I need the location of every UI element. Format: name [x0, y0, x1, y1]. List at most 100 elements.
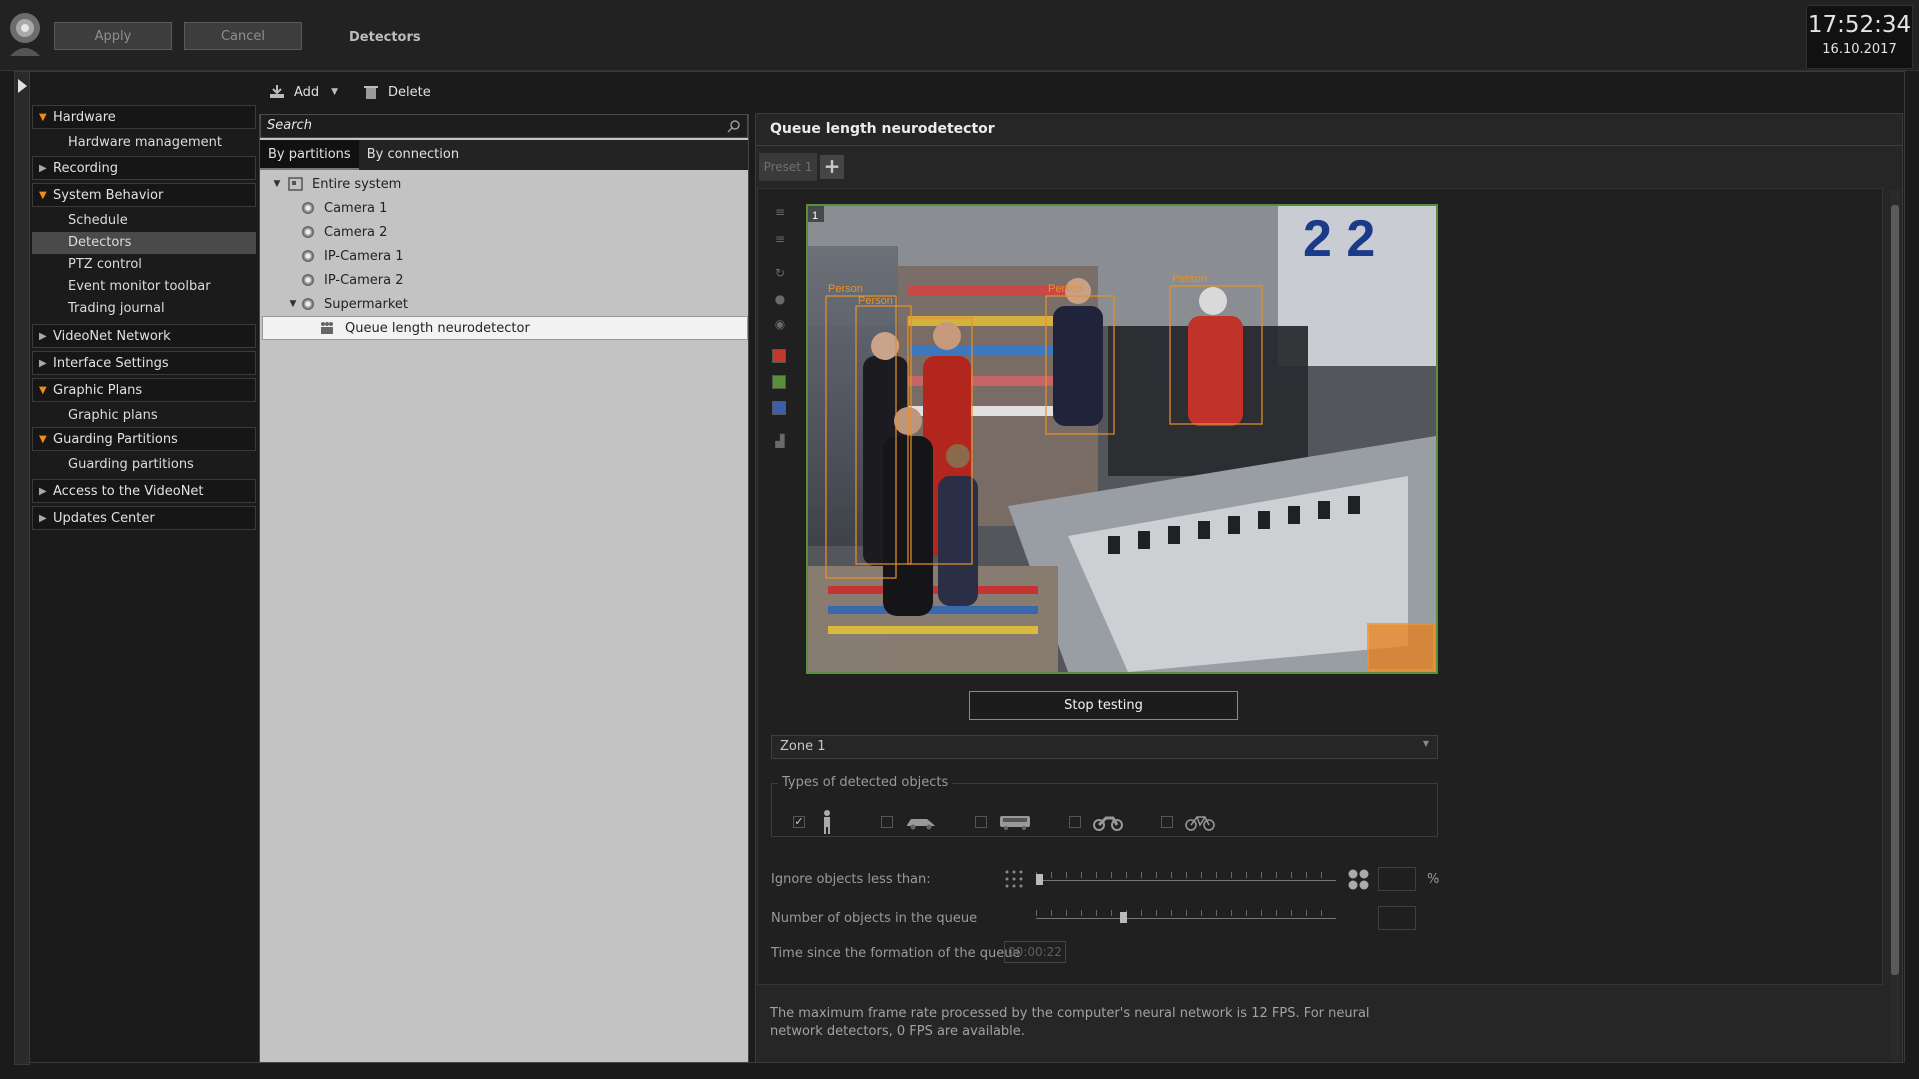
tree-node-label: Camera 1 — [324, 200, 388, 216]
device-tree: ▼ Entire system Camera 1 Camera 2 IP-Cam… — [262, 172, 748, 340]
tree-node-camera-2[interactable]: Camera 2 — [262, 220, 748, 244]
settings-sidebar: ▼ Hardware Hardware management ▶ Recordi… — [32, 105, 256, 533]
nav-section-label: Interface Settings — [53, 355, 169, 371]
slider-thumb[interactable] — [1120, 912, 1127, 923]
object-types-row: ✓ — [793, 809, 1215, 835]
nav-item-hardware-management[interactable]: Hardware management — [32, 132, 256, 154]
tree-node-entire-system[interactable]: ▼ Entire system — [262, 172, 748, 196]
search-placeholder: Search — [267, 118, 312, 133]
nav-section-interface-settings[interactable]: ▶ Interface Settings — [32, 351, 256, 375]
nav-item-ptz-control[interactable]: PTZ control — [32, 254, 256, 276]
camera-icon — [302, 202, 314, 214]
small-dots-icon — [1005, 870, 1023, 888]
nav-section-graphic-plans[interactable]: ▼ Graphic Plans — [32, 378, 256, 402]
expanded-arrow-icon: ▼ — [39, 189, 47, 201]
circle-icon[interactable]: ● — [772, 292, 788, 308]
search-icon[interactable] — [727, 119, 741, 133]
queue-time-label: Time since the formation of the queue — [771, 946, 1021, 961]
percent-unit: % — [1427, 872, 1440, 887]
queue-count-slider[interactable] — [1036, 906, 1336, 926]
clock-date: 16.10.2017 — [1822, 42, 1897, 57]
rotate-icon[interactable]: ↻ — [772, 266, 788, 282]
collapsed-arrow-icon: ▶ — [39, 162, 47, 174]
motorcycle-checkbox[interactable] — [1069, 816, 1081, 828]
nav-item-guarding-partitions[interactable]: Guarding partitions — [32, 454, 256, 476]
expanded-arrow-icon: ▼ — [39, 433, 47, 445]
green-zone-icon[interactable] — [772, 375, 786, 389]
detector-title: Queue length neurodetector — [770, 121, 995, 137]
slider-thumb[interactable] — [1036, 874, 1043, 885]
collapse-rail[interactable] — [14, 71, 30, 1065]
nav-section-hardware[interactable]: ▼ Hardware — [32, 105, 256, 129]
delete-button[interactable]: Delete — [362, 84, 431, 100]
zone-value: Zone 1 — [780, 739, 826, 754]
queue-zone-marker[interactable] — [1367, 623, 1435, 671]
scrollbar-thumb[interactable] — [1891, 205, 1899, 975]
tab-by-partitions[interactable]: By partitions — [260, 140, 359, 170]
plus-icon: + — [823, 154, 841, 178]
blue-zone-icon[interactable] — [772, 401, 786, 415]
supermarket-camera-frame: 2 2 Person Person Person Person 1 — [808, 206, 1436, 672]
tree-node-label: Entire system — [312, 176, 402, 192]
delete-label: Delete — [388, 84, 431, 100]
ignore-objects-value[interactable] — [1378, 867, 1416, 891]
nav-item-trading-journal[interactable]: Trading journal — [32, 298, 256, 320]
nav-section-label: System Behavior — [53, 187, 164, 203]
expanded-arrow-icon[interactable]: ▼ — [270, 179, 284, 189]
globe-icon[interactable]: ◉ — [772, 317, 788, 333]
apply-button[interactable]: Apply — [54, 22, 172, 50]
tree-node-ip-camera-1[interactable]: IP-Camera 1 — [262, 244, 748, 268]
clock-time: 17:52:34 — [1807, 12, 1912, 38]
page-title: Detectors — [349, 30, 421, 45]
nav-item-event-monitor-toolbar[interactable]: Event monitor toolbar — [32, 276, 256, 298]
chart-icon[interactable]: ▟ — [772, 434, 788, 450]
car-checkbox[interactable] — [881, 816, 893, 828]
person-checkbox[interactable]: ✓ — [793, 816, 805, 828]
preset-tab[interactable]: Preset 1 — [759, 153, 817, 181]
nav-section-access-videonet[interactable]: ▶ Access to the VideoNet — [32, 479, 256, 503]
trash-icon — [364, 86, 378, 99]
cancel-button[interactable]: Cancel — [184, 22, 302, 50]
expand-arrow-icon[interactable] — [15, 76, 29, 96]
ignore-objects-slider[interactable] — [1036, 868, 1336, 888]
nav-item-graphic-plans[interactable]: Graphic plans — [32, 405, 256, 427]
tree-node-ip-camera-2[interactable]: IP-Camera 2 — [262, 268, 748, 292]
tab-by-connection[interactable]: By connection — [359, 140, 467, 170]
app-logo — [10, 13, 40, 56]
tree-node-label: IP-Camera 2 — [324, 272, 404, 288]
nav-section-label: Access to the VideoNet — [53, 483, 204, 499]
queue-count-value[interactable] — [1378, 906, 1416, 930]
add-preset-button[interactable]: + — [820, 155, 844, 179]
align-top-icon[interactable]: ≡ — [772, 205, 788, 221]
nav-section-videonet-network[interactable]: ▶ VideoNet Network — [32, 324, 256, 348]
detection-label: Person — [858, 295, 893, 307]
dropdown-arrow-icon[interactable]: ▼ — [331, 87, 338, 97]
tree-node-supermarket[interactable]: ▼ Supermarket — [262, 292, 748, 316]
search-input[interactable]: Search — [260, 114, 748, 138]
nav-section-guarding-partitions[interactable]: ▼ Guarding Partitions — [32, 427, 256, 451]
video-preview[interactable]: 2 2 Person Person Person Person 1 — [806, 204, 1438, 674]
tree-node-queue-detector[interactable]: Queue length neurodetector — [262, 316, 748, 340]
divider — [756, 145, 1902, 146]
clock: 17:52:34 16.10.2017 — [1806, 5, 1913, 69]
tree-node-camera-1[interactable]: Camera 1 — [262, 196, 748, 220]
nav-section-system-behavior[interactable]: ▼ System Behavior — [32, 183, 256, 207]
nav-section-updates-center[interactable]: ▶ Updates Center — [32, 506, 256, 530]
bus-checkbox[interactable] — [975, 816, 987, 828]
align-bottom-icon[interactable]: ≡ — [772, 232, 788, 248]
zone-select[interactable]: Zone 1 ▼ — [771, 735, 1438, 759]
expanded-arrow-icon: ▼ — [39, 384, 47, 396]
expanded-arrow-icon[interactable]: ▼ — [286, 299, 300, 309]
nav-item-schedule[interactable]: Schedule — [32, 210, 256, 232]
tree-node-label: Camera 2 — [324, 224, 388, 240]
nav-section-label: Hardware — [53, 109, 116, 125]
red-zone-icon[interactable] — [772, 349, 786, 363]
bicycle-checkbox[interactable] — [1161, 816, 1173, 828]
stop-testing-button[interactable]: Stop testing — [969, 691, 1238, 720]
nav-section-recording[interactable]: ▶ Recording — [32, 156, 256, 180]
svg-text:2 2: 2 2 — [1303, 210, 1375, 268]
nav-item-detectors[interactable]: Detectors — [32, 232, 256, 254]
add-button[interactable]: Add ▼ — [268, 84, 338, 100]
queue-count-label: Number of objects in the queue — [771, 911, 978, 926]
queue-time-field[interactable]: 00:00:22 — [1004, 941, 1066, 963]
